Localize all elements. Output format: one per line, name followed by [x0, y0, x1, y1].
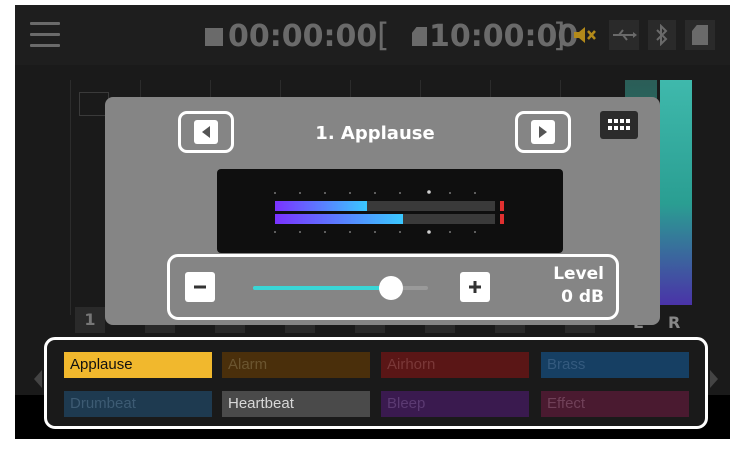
next-button[interactable] — [515, 111, 571, 153]
sd-card-icon — [412, 27, 427, 46]
meter-left-bar — [275, 201, 367, 211]
plus-icon — [469, 281, 481, 293]
triangle-right-icon — [531, 120, 555, 144]
preset-brass[interactable]: Brass — [541, 352, 689, 378]
level-meter — [217, 169, 563, 253]
plus-button[interactable] — [460, 272, 490, 302]
sound-pad-popup: 1. Applause Level 0 dB — [105, 97, 660, 325]
stop-icon — [205, 28, 223, 46]
level-slider-knob[interactable] — [379, 276, 403, 300]
sound-title: 1. Applause — [315, 123, 435, 144]
level-value: 0 dB — [561, 287, 604, 307]
preset-bleep[interactable]: Bleep — [381, 391, 529, 417]
preset-effect[interactable]: Effect — [541, 391, 689, 417]
preset-airhorn[interactable]: Airhorn — [381, 352, 529, 378]
usb-icon — [609, 20, 639, 50]
minus-icon — [194, 285, 206, 289]
speaker-muted-icon — [571, 20, 601, 50]
hamburger-menu-icon[interactable] — [30, 22, 60, 48]
bluetooth-icon — [648, 20, 676, 50]
bracket-open: [ — [377, 16, 390, 54]
preset-heartbeat[interactable]: Heartbeat — [222, 391, 370, 417]
preset-applause[interactable]: Applause — [64, 352, 212, 378]
level-control: Level 0 dB — [167, 254, 619, 320]
preset-prev-arrow-icon[interactable] — [34, 370, 42, 388]
preset-panel: Applause Alarm Airhorn Brass Drumbeat He… — [44, 337, 708, 429]
elapsed-time: 00:00:00 — [228, 19, 378, 54]
level-label: Level — [553, 264, 604, 284]
preset-drumbeat[interactable]: Drumbeat — [64, 391, 212, 417]
channel-number-1[interactable]: 1 — [75, 307, 105, 333]
level-slider[interactable] — [253, 276, 428, 300]
status-bar: 00:00:00 [ 10:00:00 ] — [15, 5, 730, 65]
level-slider-fill — [253, 286, 391, 290]
meter-left-peak — [500, 201, 504, 211]
minus-button[interactable] — [185, 272, 215, 302]
meter-right-peak — [500, 214, 504, 224]
previous-button[interactable] — [178, 111, 234, 153]
meter-right-bar — [275, 214, 403, 224]
master-label-r: R — [668, 313, 681, 332]
keypad-grid-icon[interactable] — [600, 111, 638, 139]
bracket-close: ] — [553, 16, 566, 54]
master-meter-right — [660, 80, 692, 305]
sd-card-icon — [685, 20, 715, 50]
preset-next-arrow-icon[interactable] — [710, 370, 718, 388]
triangle-left-icon — [194, 120, 218, 144]
preset-alarm[interactable]: Alarm — [222, 352, 370, 378]
level-readout: Level 0 dB — [553, 263, 604, 309]
